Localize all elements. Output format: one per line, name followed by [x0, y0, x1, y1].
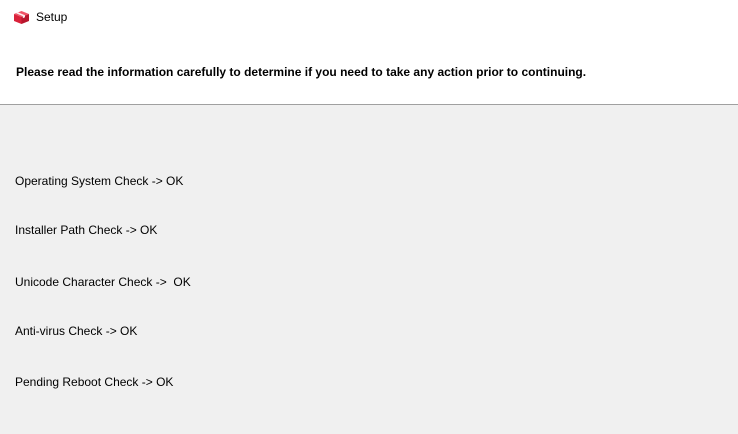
system-check-panel: Operating System Check -> OK Installer P…	[0, 105, 738, 434]
instruction-text: Please read the information carefully to…	[16, 65, 587, 79]
installer-path-check: Installer Path Check -> OK	[15, 223, 158, 237]
unicode-character-check: Unicode Character Check -> OK	[15, 275, 191, 289]
setup-box-icon	[14, 11, 29, 24]
setup-header: Please read the information carefully to…	[0, 34, 738, 105]
pending-reboot-check: Pending Reboot Check -> OK	[15, 375, 174, 389]
title-bar: Setup	[0, 0, 738, 34]
window-title: Setup	[36, 10, 68, 24]
anti-virus-check: Anti-virus Check -> OK	[15, 324, 138, 338]
operating-system-check: Operating System Check -> OK	[15, 174, 184, 188]
